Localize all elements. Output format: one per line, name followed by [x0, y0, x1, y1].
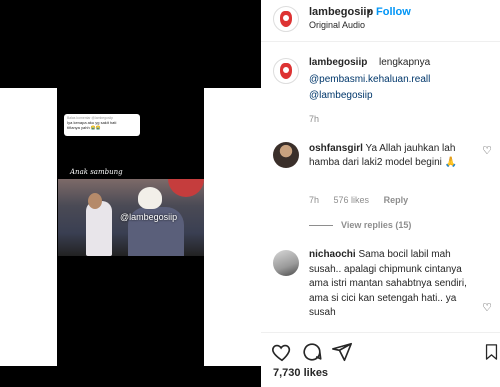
media-panel[interactable]: Balas komentar @lambegosiip Iya kenapa a…	[0, 0, 261, 387]
avatar-logo-dot	[283, 67, 289, 73]
comments-list[interactable]: lambegosiip lengkapnya @pembasmi.kehalua…	[261, 43, 500, 332]
share-icon[interactable]	[331, 341, 353, 363]
follow-button[interactable]: Follow	[376, 6, 411, 18]
comment-body: nichaochi Sama bocil labil mah susah.. a…	[309, 248, 477, 321]
heart-icon[interactable]	[271, 341, 293, 363]
replies-divider	[309, 225, 333, 227]
header-separator: •	[367, 6, 371, 18]
comment-like-heart-icon[interactable]: ♡	[482, 144, 492, 157]
adult-cap	[138, 187, 162, 209]
audio-label[interactable]: Original Audio	[309, 20, 365, 30]
comment-meta: 7h 576 likes Reply	[309, 195, 420, 205]
caption-text: lengkapnya	[379, 57, 431, 68]
avatar-logo-dot	[283, 15, 289, 21]
comment-card-line-2: tiñanya yahh 😭😭	[67, 125, 101, 130]
comment-avatar[interactable]	[273, 250, 299, 276]
post-sidebar: lambegosiip • Follow Original Audio lamb…	[261, 0, 500, 387]
comment-icon[interactable]	[301, 341, 323, 363]
comment-timestamp: 7h	[309, 195, 320, 205]
caption-username[interactable]: lambegosiip	[309, 57, 367, 68]
reply-button[interactable]: Reply	[384, 195, 409, 205]
child-head	[88, 193, 102, 209]
author-username[interactable]: lambegosiip	[309, 6, 373, 18]
reel-caption-overlay: Anak sambung	[70, 168, 123, 176]
view-replies-label: View replies (15)	[341, 220, 412, 230]
comment-like-count[interactable]: 576 likes	[334, 195, 370, 205]
comment-avatar[interactable]	[273, 142, 299, 168]
post-header: lambegosiip • Follow Original Audio	[261, 0, 500, 42]
letterbox-left	[0, 88, 57, 366]
umbrella-shape	[168, 179, 204, 197]
view-replies-button[interactable]: View replies (15)	[309, 220, 411, 230]
comment-body: oshfansgirl Ya Allah jauhkan lah hamba d…	[309, 142, 477, 170]
bookmark-icon[interactable]	[483, 341, 500, 363]
letterbox-right	[204, 88, 261, 366]
caption-mention-1[interactable]: @pembasmi.kehaluan.reall	[309, 74, 430, 85]
video-watermark: @lambegosiip	[120, 212, 178, 222]
reel-comment-card: Balas komentar @lambegosiip Iya kenapa a…	[64, 114, 140, 136]
caption-avatar[interactable]	[273, 58, 299, 84]
caption-timestamp: 7h	[309, 114, 320, 124]
comment-username[interactable]: nichaochi	[309, 249, 356, 260]
author-avatar[interactable]	[273, 6, 299, 32]
post-like-count[interactable]: 7,730 likes	[273, 367, 328, 379]
action-bar: 7,730 likes	[261, 332, 500, 387]
comment-username[interactable]: oshfansgirl	[309, 143, 363, 154]
comment-like-heart-icon[interactable]: ♡	[482, 301, 492, 314]
child-figure	[86, 201, 112, 256]
caption-mention-2[interactable]: @lambegosiip	[309, 90, 373, 101]
